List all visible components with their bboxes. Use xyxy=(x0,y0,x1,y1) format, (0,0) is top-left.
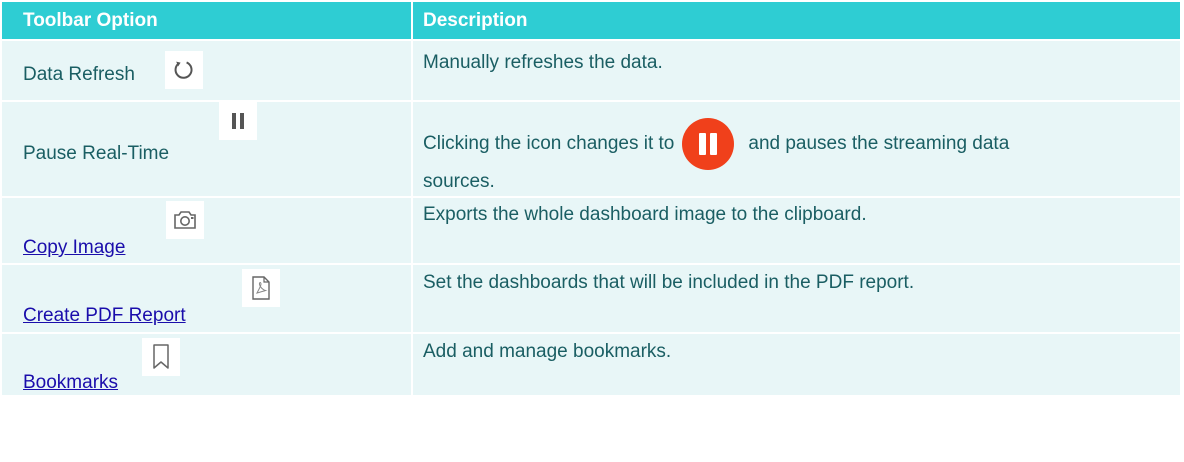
table-row: Data Refresh Manually refreshes the data… xyxy=(2,39,1180,101)
table-row: Create PDF Report Set the dashboards tha… xyxy=(2,263,1180,333)
option-cell: Create PDF Report xyxy=(2,263,413,333)
description-pause-part2: and pauses the streaming data xyxy=(748,133,1010,155)
description-cell: Exports the whole dashboard image to the… xyxy=(412,196,1180,264)
copy-image-link[interactable]: Copy Image xyxy=(23,237,125,259)
description-data-refresh: Manually refreshes the data. xyxy=(423,52,663,73)
pause-icon xyxy=(219,102,257,140)
description-create-pdf-report: Set the dashboards that will be included… xyxy=(423,272,915,293)
table-header-row: Toolbar Option Description xyxy=(2,2,1180,40)
table-row: Bookmarks Add and manage bookmarks. xyxy=(2,332,1180,395)
option-cell: Data Refresh xyxy=(2,39,413,101)
bookmarks-link[interactable]: Bookmarks xyxy=(23,372,118,394)
table-row: Pause Real-Time Clicking the icon change… xyxy=(2,100,1180,197)
description-copy-image: Exports the whole dashboard image to the… xyxy=(423,204,867,225)
option-cell: Bookmarks xyxy=(2,332,413,395)
description-pause-part1: Clicking the icon changes it to xyxy=(423,133,675,155)
description-bookmarks: Add and manage bookmarks. xyxy=(423,341,672,362)
description-cell: Set the dashboards that will be included… xyxy=(412,263,1180,333)
camera-icon xyxy=(166,201,204,239)
pause-circle-red-icon xyxy=(682,118,735,170)
description-cell: Add and manage bookmarks. xyxy=(412,332,1180,395)
create-pdf-report-link[interactable]: Create PDF Report xyxy=(23,305,186,327)
option-label-data-refresh: Data Refresh xyxy=(23,64,135,85)
option-label-pause-real-time: Pause Real-Time xyxy=(23,143,170,164)
table-row: Copy Image Exports the whole dashboard i… xyxy=(2,196,1180,264)
refresh-icon xyxy=(165,51,203,89)
option-cell: Pause Real-Time xyxy=(2,100,413,197)
description-cell: Manually refreshes the data. xyxy=(412,39,1180,101)
header-description: Description xyxy=(412,2,1180,40)
bookmark-icon xyxy=(142,338,180,376)
header-toolbar-option: Toolbar Option xyxy=(2,2,413,40)
description-cell: Clicking the icon changes it to and pause… xyxy=(412,100,1180,197)
description-pause-real-time: Clicking the icon changes it to and pause… xyxy=(423,118,1160,194)
pdf-file-icon xyxy=(242,269,280,307)
description-pause-part3: sources. xyxy=(423,171,495,192)
option-cell: Copy Image xyxy=(2,196,413,264)
toolbar-options-table: Toolbar Option Description Data Refresh … xyxy=(2,2,1180,395)
